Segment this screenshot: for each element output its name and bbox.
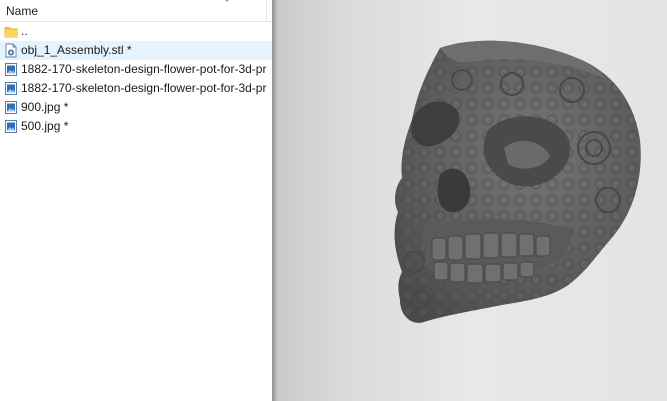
file-name: .. [21, 24, 28, 38]
stl-file-icon [5, 43, 17, 58]
column-header-label: Name [6, 4, 39, 18]
3d-viewport[interactable] [272, 0, 667, 401]
file-name: 1882-170-skeleton-design-flower-pot-for-… [21, 62, 267, 76]
list-item-image-file[interactable]: 1882-170-skeleton-design-flower-pot-for-… [0, 60, 272, 79]
list-item-image-file[interactable]: 1882-170-skeleton-design-flower-pot-for-… [0, 79, 272, 98]
file-name: 1882-170-skeleton-design-flower-pot-for-… [21, 81, 267, 95]
column-header-name[interactable]: Name [0, 0, 272, 22]
image-file-icon [5, 63, 17, 76]
folder-icon [4, 27, 18, 38]
sort-chevron-icon [225, 0, 229, 2]
image-file-icon [5, 82, 17, 95]
list-item-stl-file[interactable]: obj_1_Assembly.stl * [0, 41, 272, 60]
file-name: 500.jpg * [21, 119, 69, 133]
image-file-icon [5, 120, 17, 133]
file-name: obj_1_Assembly.stl * [21, 43, 132, 57]
file-name: 900.jpg * [21, 100, 69, 114]
list-item-parent-folder[interactable]: .. [0, 22, 272, 41]
column-divider[interactable] [266, 0, 267, 22]
skull-model[interactable] [272, 0, 667, 401]
image-file-icon [5, 101, 17, 114]
file-list-pane: Name .. obj_1_Assembly.stl * 1882-170-sk… [0, 0, 272, 401]
file-list: .. obj_1_Assembly.stl * 1882-170-skeleto… [0, 22, 272, 136]
list-item-image-file[interactable]: 900.jpg * [0, 98, 272, 117]
list-item-image-file[interactable]: 500.jpg * [0, 117, 272, 136]
